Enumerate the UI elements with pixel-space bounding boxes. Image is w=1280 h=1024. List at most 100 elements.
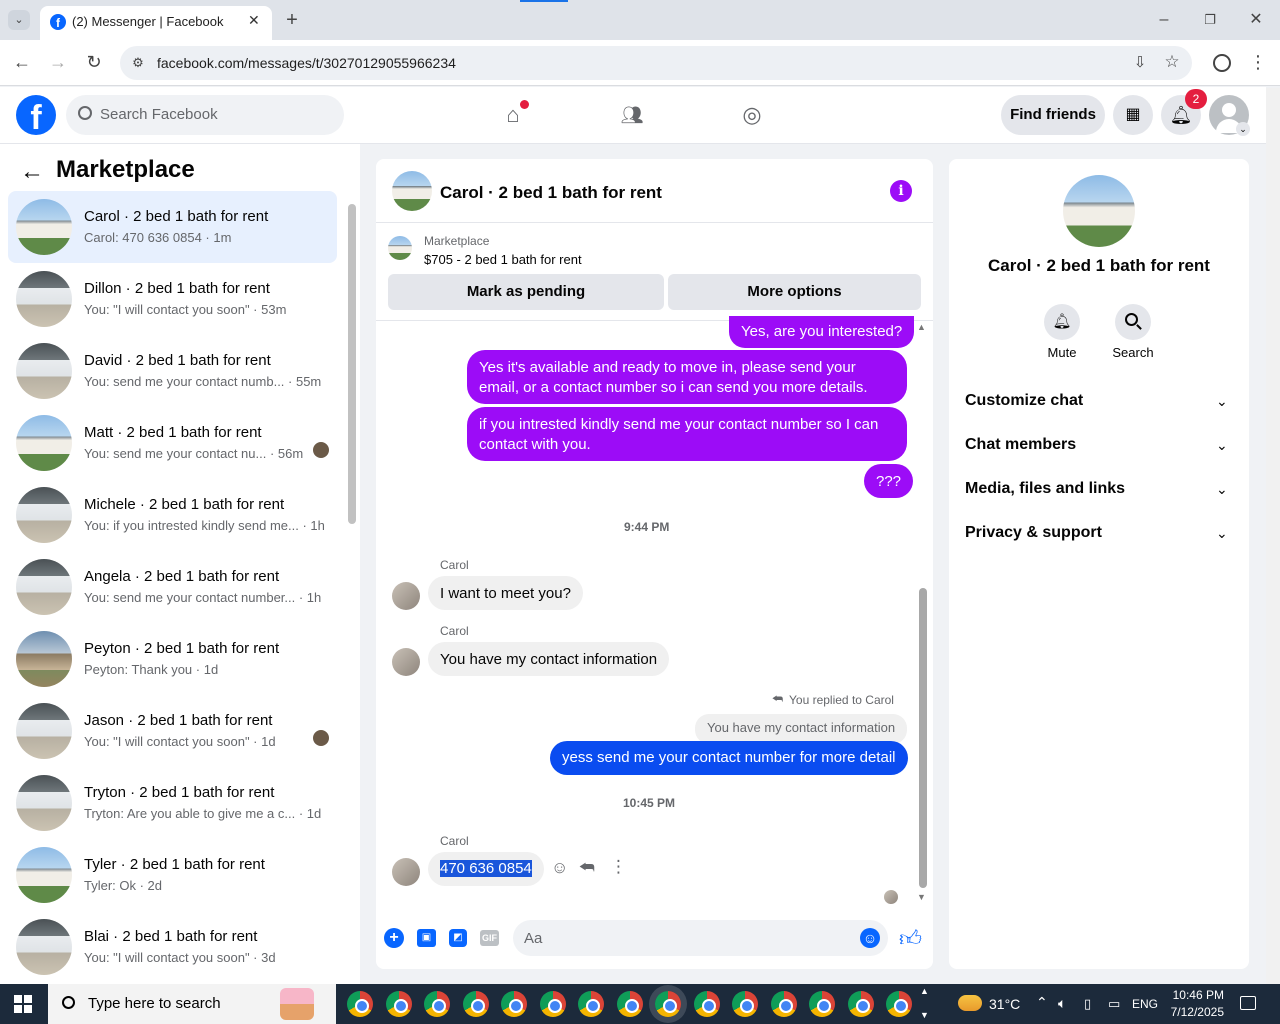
message-incoming[interactable]: You have my contact information [428,642,670,676]
chrome-taskbar-icon[interactable] [886,991,912,1017]
chrome-taskbar-icon[interactable] [847,991,874,1017]
mute-label[interactable]: Mute [1035,345,1089,360]
language-indicator[interactable]: ENG [1132,997,1158,1011]
more-actions-icon[interactable]: ⋮ [610,857,627,877]
conversation-item[interactable]: Blai · 2 bed 1 bath for rent You: "I will… [8,911,337,983]
message-outgoing[interactable]: Yes, are you interested? [729,316,915,348]
browser-tab[interactable]: f (2) Messenger | Facebook ✕ [40,6,272,40]
reply-icon[interactable]: ⮪ [579,858,595,878]
conversation-item[interactable]: Carol · 2 bed 1 bath for rent Carol: 470 … [8,191,337,263]
listing-title[interactable]: $705 - 2 bed 1 bath for rent [424,252,582,267]
chat-members-section[interactable]: Chat members [965,436,1076,454]
menu-grid-icon[interactable]: ▦ [1113,95,1153,135]
chrome-taskbar-icon[interactable] [539,991,566,1017]
emoji-icon[interactable]: ☺ [860,928,880,948]
conversation-item[interactable]: Angela · 2 bed 1 bath for rent You: send … [8,551,337,623]
bookmark-star-icon[interactable]: ☆ [1162,52,1182,72]
groups-icon[interactable]: ◎ [732,95,772,135]
like-thumb-icon[interactable]: 👍︎ [899,925,922,952]
volume-icon[interactable]: 🔈︎ [1058,995,1066,1012]
page-scrollbar[interactable] [1266,88,1280,984]
message-outgoing[interactable]: ??? [864,464,914,498]
window-close-icon[interactable]: ✕ [1246,10,1266,30]
chrome-taskbar-icon[interactable] [385,991,412,1017]
notification-center-icon[interactable] [1240,996,1256,1010]
chrome-taskbar-icon[interactable] [501,991,527,1017]
more-options-button[interactable]: More options [668,274,921,310]
conversation-item[interactable]: Matt · 2 bed 1 bath for rent You: send me… [8,407,337,479]
react-emoji-icon[interactable]: ☺ [551,858,568,878]
listing-thumbnail[interactable] [388,236,412,260]
minimize-icon[interactable]: – [1154,10,1174,30]
quoted-message[interactable]: You have my contact information [695,714,908,744]
chevron-down-icon[interactable]: ⌄ [1216,437,1228,454]
friends-icon[interactable]: 👥︎ [612,95,652,135]
windows-start-icon[interactable] [14,995,32,1013]
mute-bell-icon[interactable]: 🔔︎ [1044,304,1080,340]
chrome-taskbar-icon[interactable] [347,991,373,1017]
clock-date[interactable]: 7/12/2025 [1164,1005,1224,1019]
conversation-item[interactable]: Tyler · 2 bed 1 bath for rent Tyler: Ok ·… [8,839,337,911]
url-text[interactable]: facebook.com/messages/t/3027012905596623… [157,55,456,71]
message-incoming[interactable]: I want to meet you? [428,576,583,610]
chat-avatar[interactable] [392,171,432,211]
forward-icon[interactable]: → [48,52,68,72]
sidebar-scrollbar[interactable] [345,192,359,982]
conversation-item[interactable]: Michele · 2 bed 1 bath for rent You: if y… [8,479,337,551]
chat-scrollbar[interactable]: ▲ ▼ [917,322,929,902]
account-chevron-icon[interactable]: ⌄ [1236,122,1250,136]
site-info-icon[interactable]: ⚙ [128,53,148,73]
privacy-support-section[interactable]: Privacy & support [965,524,1102,542]
chevron-down-icon[interactable]: ⌄ [1216,481,1228,498]
photo-icon[interactable]: ▣ [417,929,436,947]
back-icon[interactable]: ← [12,52,32,72]
facebook-logo-icon[interactable]: f [16,95,56,135]
message-outgoing-reply[interactable]: yess send me your contact number for mor… [550,741,908,775]
chat-title[interactable]: Carol · 2 bed 1 bath for rent [440,183,662,203]
message-outgoing[interactable]: Yes it's available and ready to move in,… [467,350,907,404]
sender-avatar[interactable] [392,582,420,610]
mark-pending-button[interactable]: Mark as pending [388,274,664,310]
customize-chat-section[interactable]: Customize chat [965,392,1083,410]
profile-icon[interactable] [1213,54,1231,72]
chrome-taskbar-icon[interactable] [578,991,604,1017]
temperature[interactable]: 31°C [989,996,1020,1012]
info-icon[interactable]: i [890,180,912,202]
media-files-links-section[interactable]: Media, files and links [965,480,1125,498]
search-label[interactable]: Search [1103,345,1163,360]
add-icon[interactable]: + [384,928,404,948]
tab-search-icon[interactable]: ⌄ [8,10,30,30]
new-tab-icon[interactable]: + [282,10,302,30]
chevron-down-icon[interactable]: ⌄ [1216,393,1228,410]
conversation-item[interactable]: Jason · 2 bed 1 bath for rent You: "I wil… [8,695,337,767]
browser-menu-icon[interactable]: ⋮ [1248,52,1268,72]
conversation-item[interactable]: Peyton · 2 bed 1 bath for rent Peyton: Th… [8,623,337,695]
close-tab-icon[interactable]: ✕ [248,12,260,29]
chrome-taskbar-icon[interactable] [462,991,489,1017]
chrome-taskbar-icon[interactable] [770,991,797,1017]
back-arrow-icon[interactable]: ← [20,158,44,186]
network-icon[interactable]: ▭ [1108,996,1120,1012]
chrome-taskbar-icon[interactable] [616,991,643,1017]
chrome-taskbar-icon[interactable] [424,991,450,1017]
chrome-taskbar-icon[interactable] [809,991,835,1017]
conversation-item[interactable]: Tryton · 2 bed 1 bath for rent Tryton: Ar… [8,767,337,839]
gif-icon[interactable]: GIF [480,930,499,946]
tray-chevron-icon[interactable]: ⌃ [1036,994,1048,1011]
chevron-down-icon[interactable]: ⌄ [1216,525,1228,542]
selected-phone-number[interactable]: 470 636 0854 [440,860,532,877]
battery-icon[interactable]: ▯ [1084,996,1091,1012]
message-outgoing[interactable]: if you intrested kindly send me your con… [467,407,907,461]
weather-icon[interactable] [958,995,982,1011]
conversation-item[interactable]: Dillon · 2 bed 1 bath for rent You: "I wi… [8,263,337,335]
install-app-icon[interactable]: ⇩ [1130,53,1150,73]
chrome-taskbar-icon[interactable] [655,991,681,1017]
search-chat-icon[interactable] [1115,304,1151,340]
conversation-item[interactable]: David · 2 bed 1 bath for rent You: send m… [8,335,337,407]
chrome-taskbar-icon[interactable] [732,991,758,1017]
find-friends-button[interactable]: Find friends [1001,95,1105,135]
facebook-search-input[interactable]: Search Facebook [66,95,344,135]
sender-avatar[interactable] [392,648,420,676]
taskbar-search-box[interactable]: Type here to search [48,984,336,1024]
taskbar-scroll-down-icon[interactable]: ▼ [920,1010,929,1020]
